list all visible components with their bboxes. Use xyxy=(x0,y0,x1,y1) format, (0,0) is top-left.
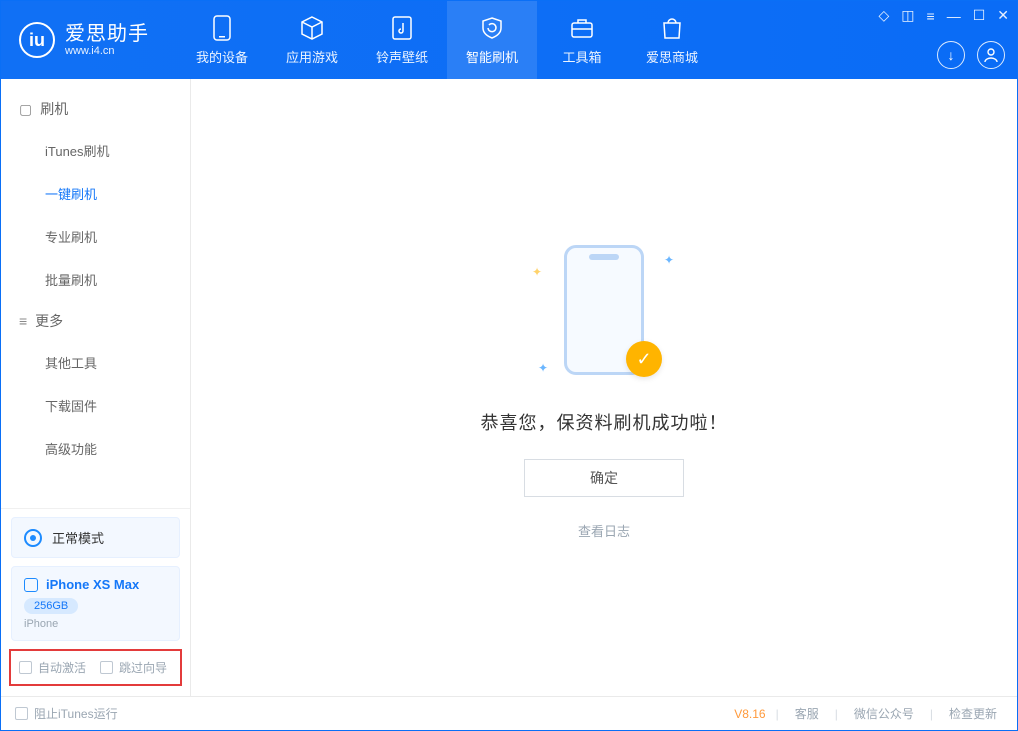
logo-block: iu 爱思助手 www.i4.cn xyxy=(1,1,167,79)
sparkle-icon: ✦ xyxy=(538,361,548,375)
sidebar-group-more: ≡ 更多 xyxy=(1,301,190,341)
nav-apps-games[interactable]: 应用游戏 xyxy=(267,1,357,79)
mode-dot-icon xyxy=(24,529,42,547)
nav-label: 智能刷机 xyxy=(466,47,518,66)
menu-icon[interactable]: ≡ xyxy=(927,8,935,24)
main-content: ✦ ✦ ✦ ✓ 恭喜您，保资料刷机成功啦！ 确定 查看日志 xyxy=(191,79,1017,696)
mode-label: 正常模式 xyxy=(52,528,104,547)
sparkle-icon: ✦ xyxy=(664,253,674,267)
block-itunes-checkbox[interactable]: 阻止iTunes运行 xyxy=(15,705,118,722)
options-highlight-box: 自动激活 跳过向导 xyxy=(9,649,182,686)
sidebar-item-itunes-flash[interactable]: iTunes刷机 xyxy=(1,129,190,172)
success-message: 恭喜您，保资料刷机成功啦！ xyxy=(481,409,728,435)
auto-activate-checkbox[interactable]: 自动激活 xyxy=(19,659,86,676)
skip-guide-checkbox[interactable]: 跳过向导 xyxy=(100,659,167,676)
nav-label: 爱思商城 xyxy=(646,47,698,66)
app-name: 爱思助手 xyxy=(65,23,149,45)
logo-text: 爱思助手 www.i4.cn xyxy=(65,23,149,57)
success-illustration: ✦ ✦ ✦ ✓ xyxy=(524,235,684,385)
device-name: iPhone XS Max xyxy=(46,577,139,592)
bag-icon xyxy=(659,15,685,41)
view-log-link[interactable]: 查看日志 xyxy=(578,521,630,540)
sidebar-group-title: 刷机 xyxy=(40,99,68,119)
sidebar-item-onekey-flash[interactable]: 一键刷机 xyxy=(1,172,190,215)
statusbar: 阻止iTunes运行 V8.16 | 客服 | 微信公众号 | 检查更新 xyxy=(1,696,1017,730)
checkbox-icon xyxy=(100,661,113,674)
checkbox-icon xyxy=(19,661,32,674)
download-icon[interactable]: ↓ xyxy=(937,41,965,69)
main-nav: 我的设备 应用游戏 铃声壁纸 智能刷机 工具箱 爱思商城 xyxy=(177,1,717,79)
ok-button[interactable]: 确定 xyxy=(524,459,684,497)
window-controls: ◇ ◫ ≡ — ☐ ✕ xyxy=(879,7,1009,24)
nav-ringtones-wallpapers[interactable]: 铃声壁纸 xyxy=(357,1,447,79)
sidebar-scroll: ▢ 刷机 iTunes刷机 一键刷机 专业刷机 批量刷机 ≡ 更多 其他工具 下… xyxy=(1,79,190,508)
statusbar-right: V8.16 | 客服 | 微信公众号 | 检查更新 xyxy=(734,705,1003,722)
sidebar-group-title: 更多 xyxy=(35,311,63,331)
separator: | xyxy=(835,707,838,721)
phone-icon xyxy=(209,15,235,41)
device-card[interactable]: iPhone XS Max 256GB iPhone xyxy=(11,566,180,641)
sidebar-item-download-firmware[interactable]: 下载固件 xyxy=(1,384,190,427)
nav-label: 应用游戏 xyxy=(286,47,338,66)
close-button[interactable]: ✕ xyxy=(997,7,1009,24)
device-capacity: 256GB xyxy=(24,598,78,614)
sidebar-item-advanced[interactable]: 高级功能 xyxy=(1,427,190,470)
phone-small-icon: ▢ xyxy=(19,101,32,118)
sidebar: ▢ 刷机 iTunes刷机 一键刷机 专业刷机 批量刷机 ≡ 更多 其他工具 下… xyxy=(1,79,191,696)
nav-smart-flash[interactable]: 智能刷机 xyxy=(447,1,537,79)
sidebar-item-pro-flash[interactable]: 专业刷机 xyxy=(1,215,190,258)
titlebar: iu 爱思助手 www.i4.cn 我的设备 应用游戏 铃声壁纸 智能刷机 xyxy=(1,1,1017,79)
auto-activate-label: 自动激活 xyxy=(38,659,86,676)
refresh-shield-icon xyxy=(479,15,505,41)
app-body: ▢ 刷机 iTunes刷机 一键刷机 专业刷机 批量刷机 ≡ 更多 其他工具 下… xyxy=(1,79,1017,696)
version-label: V8.16 xyxy=(734,707,765,721)
titlebar-right-circles: ↓ xyxy=(937,41,1005,69)
user-icon[interactable] xyxy=(977,41,1005,69)
nav-label: 工具箱 xyxy=(562,47,601,66)
cube-icon xyxy=(299,15,325,41)
minimize-button[interactable]: — xyxy=(947,8,961,24)
link-update[interactable]: 检查更新 xyxy=(943,705,1003,722)
briefcase-icon xyxy=(569,15,595,41)
separator: | xyxy=(776,707,779,721)
skip-guide-label: 跳过向导 xyxy=(119,659,167,676)
sidebar-item-other-tools[interactable]: 其他工具 xyxy=(1,341,190,384)
nav-label: 铃声壁纸 xyxy=(376,47,428,66)
nav-toolbox[interactable]: 工具箱 xyxy=(537,1,627,79)
separator: | xyxy=(930,707,933,721)
nav-label: 我的设备 xyxy=(196,47,248,66)
block-itunes-label: 阻止iTunes运行 xyxy=(34,705,118,722)
nav-my-device[interactable]: 我的设备 xyxy=(177,1,267,79)
skin-icon[interactable]: ◇ xyxy=(879,7,890,24)
music-file-icon xyxy=(389,15,415,41)
device-type: iPhone xyxy=(24,618,167,630)
checkbox-icon xyxy=(15,707,28,720)
logo-icon: iu xyxy=(19,22,55,58)
sidebar-group-flash: ▢ 刷机 xyxy=(1,89,190,129)
mode-card[interactable]: 正常模式 xyxy=(11,517,180,558)
maximize-button[interactable]: ☐ xyxy=(973,7,986,24)
app-window: iu 爱思助手 www.i4.cn 我的设备 应用游戏 铃声壁纸 智能刷机 xyxy=(0,0,1018,731)
feedback-icon[interactable]: ◫ xyxy=(901,7,914,24)
check-badge-icon: ✓ xyxy=(626,341,662,377)
sparkle-icon: ✦ xyxy=(532,265,542,279)
link-support[interactable]: 客服 xyxy=(789,705,825,722)
list-icon: ≡ xyxy=(19,313,27,329)
app-site: www.i4.cn xyxy=(65,45,149,57)
sidebar-bottom: 正常模式 iPhone XS Max 256GB iPhone 自动激活 xyxy=(1,508,190,696)
sidebar-item-batch-flash[interactable]: 批量刷机 xyxy=(1,258,190,301)
nav-store[interactable]: 爱思商城 xyxy=(627,1,717,79)
device-phone-icon xyxy=(24,578,38,592)
link-wechat[interactable]: 微信公众号 xyxy=(848,705,920,722)
